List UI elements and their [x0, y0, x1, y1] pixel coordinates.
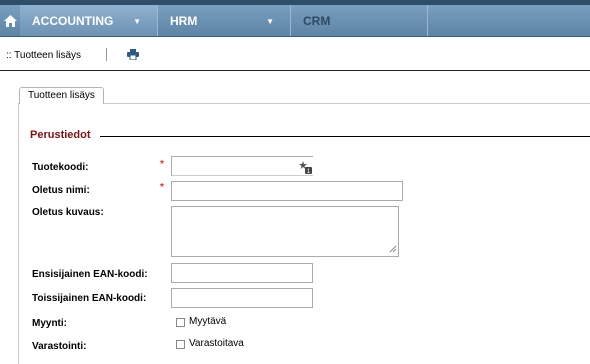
oletus-nimi-input[interactable]: [171, 181, 403, 201]
varastointi-label: Varastointi:: [32, 341, 87, 352]
top-navigation: ACCOUNTING ▼ HRM ▼ CRM: [0, 0, 590, 37]
nav-tab-label: ACCOUNTING: [32, 13, 114, 28]
required-mark: *: [160, 159, 164, 170]
generate-code-icon[interactable]: 1: [298, 160, 312, 174]
toolbar-divider: [106, 48, 107, 61]
varastoitava-checkbox[interactable]: [176, 340, 185, 349]
myynti-label: Myynti:: [32, 318, 67, 329]
tuotekoodi-label: Tuotekoodi:: [32, 162, 89, 173]
required-mark: *: [160, 182, 164, 193]
print-icon[interactable]: [127, 49, 139, 60]
oletus-nimi-label: Oletus nimi:: [32, 185, 90, 196]
tab-tuotteen-lisays[interactable]: Tuotteen lisäys: [19, 87, 104, 104]
varastoitava-checkbox-label[interactable]: Varastoitava: [189, 338, 244, 349]
nav-tab-label: HRM: [170, 13, 198, 28]
chevron-down-icon[interactable]: ▼: [266, 17, 274, 26]
nav-tab-crm[interactable]: CRM: [291, 5, 428, 36]
tuotekoodi-input[interactable]: [171, 156, 313, 176]
home-icon: [3, 14, 17, 27]
ean1-label: Ensisijainen EAN-koodi:: [32, 269, 148, 280]
nav-tab-label: CRM: [303, 13, 331, 28]
oletus-kuvaus-label: Oletus kuvaus:: [32, 207, 104, 218]
breadcrumb: :: Tuotteen lisäys: [6, 50, 82, 61]
myytava-checkbox-label[interactable]: Myytävä: [189, 316, 226, 327]
legend-line: [100, 136, 590, 137]
oletus-kuvaus-textarea[interactable]: [171, 206, 399, 257]
ean2-input[interactable]: [171, 288, 313, 308]
nav-tab-accounting[interactable]: ACCOUNTING ▼: [20, 5, 158, 36]
resize-grip-icon[interactable]: [388, 244, 397, 253]
chevron-down-icon[interactable]: ▼: [133, 17, 141, 26]
ean1-input[interactable]: [171, 263, 313, 283]
myytava-checkbox[interactable]: [176, 318, 185, 327]
section-legend: Perustiedot: [30, 129, 93, 141]
home-button[interactable]: [0, 5, 20, 36]
ean2-label: Toissijainen EAN-koodi:: [32, 293, 147, 304]
nav-tab-hrm[interactable]: HRM ▼: [158, 5, 291, 36]
toolbar: :: Tuotteen lisäys: [0, 37, 590, 71]
